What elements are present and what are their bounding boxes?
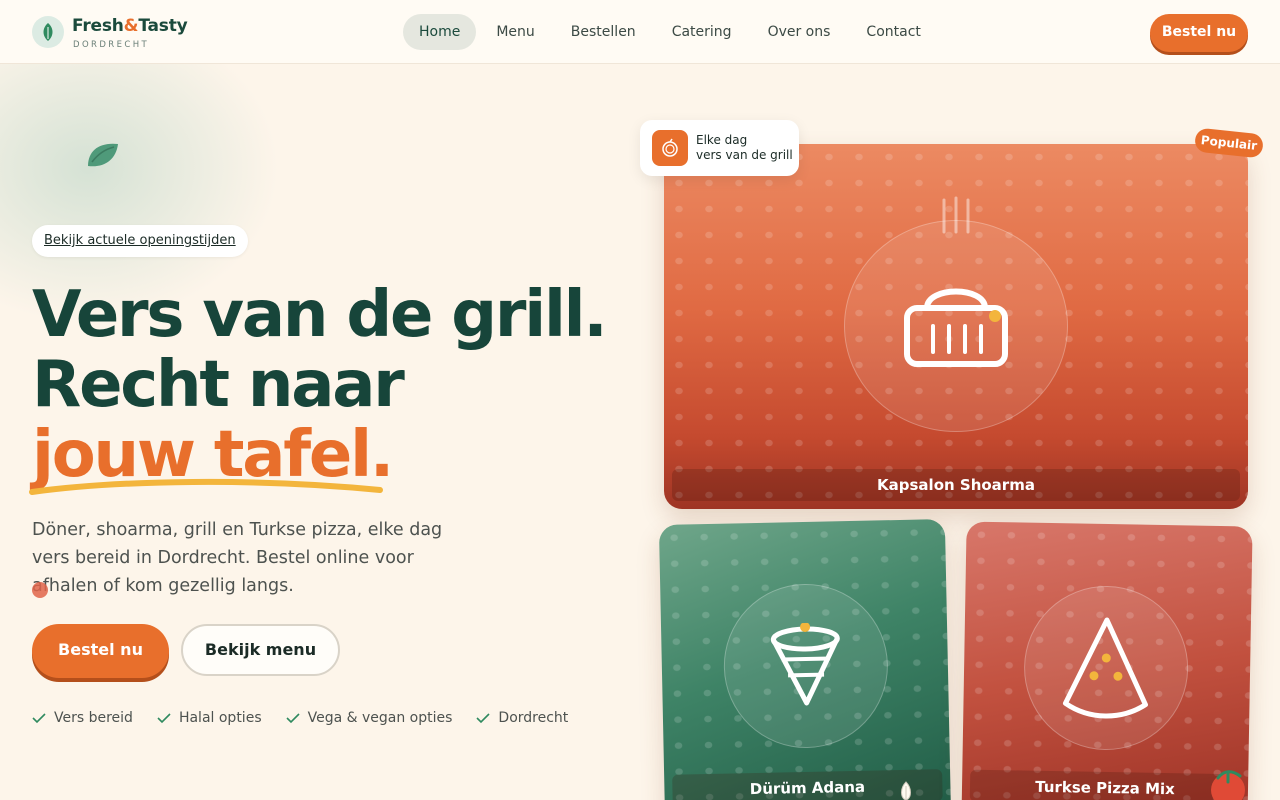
feature-label: Dordrecht	[498, 710, 569, 726]
site-header: Fresh&Tasty DORDRECHT Home Menu Bestelle…	[0, 0, 1280, 64]
nav-item-bestellen[interactable]: Bestellen	[555, 14, 652, 50]
headline-line-1: Vers van de grill.	[32, 278, 608, 352]
product-name: Kapsalon Shoarma	[672, 469, 1240, 501]
nav-item-home[interactable]: Home	[403, 14, 477, 50]
garlic-icon	[901, 781, 911, 800]
onion-icon	[652, 130, 688, 166]
feature-item: Halal opties	[157, 708, 262, 728]
leaf-logo-icon[interactable]	[32, 16, 64, 48]
check-icon	[476, 712, 490, 724]
feature-label: Halal opties	[178, 710, 262, 726]
product-card-pizza[interactable]: Turkse Pizza Mix	[961, 521, 1253, 800]
feature-item: Vers bereid	[32, 708, 133, 728]
header-order-button[interactable]: Bestel nu	[1150, 14, 1248, 52]
brand-name[interactable]: Fresh&Tasty	[72, 16, 188, 36]
nav-item-over-ons[interactable]: Over ons	[752, 14, 847, 50]
nav-item-menu[interactable]: Menu	[480, 14, 550, 50]
check-icon	[32, 712, 46, 724]
product-card-durum[interactable]: Dürüm Adana	[658, 519, 952, 800]
fresh-daily-badge: Elke dag vers van de grill	[640, 120, 799, 176]
steam-icon	[942, 196, 970, 234]
tomato-dot-decoration	[32, 582, 48, 598]
leaf-decoration-icon	[86, 140, 120, 172]
brand-name-part2: Tasty	[138, 16, 188, 36]
nav-item-contact[interactable]: Contact	[850, 14, 936, 50]
check-icon	[157, 712, 171, 724]
nav-item-catering[interactable]: Catering	[656, 14, 748, 50]
fresh-daily-line-2: vers van de grill	[696, 148, 793, 162]
feature-label: Vers bereid	[54, 710, 133, 726]
main-nav: Home Menu Bestellen Catering Over ons Co…	[403, 14, 941, 50]
headline-line-2: Recht naar	[32, 348, 405, 422]
hero-description: Döner, shoarma, grill en Turkse pizza, e…	[32, 520, 443, 596]
product-name: Turkse Pizza Mix	[969, 769, 1241, 800]
feature-label: Vega & vegan opties	[307, 710, 453, 726]
fresh-daily-line-1: Elke dag	[696, 133, 748, 147]
feature-list: Vers bereid Halal opties Vega & vegan op…	[32, 708, 592, 728]
basket-icon	[844, 220, 1068, 432]
tomato-icon	[1211, 770, 1245, 800]
feature-item: Vega & vegan opties	[286, 708, 453, 728]
order-now-button[interactable]: Bestel nu	[32, 624, 169, 678]
brand-name-amp: &	[123, 16, 139, 36]
brand-city: DORDRECHT	[73, 40, 150, 50]
headline-underline	[29, 478, 383, 495]
view-menu-button[interactable]: Bekijk menu	[181, 624, 340, 676]
check-icon	[286, 712, 300, 724]
fresh-daily-text: Elke dag vers van de grill	[696, 133, 793, 163]
opening-hours-link[interactable]: Bekijk actuele openingstijden	[32, 225, 248, 257]
brand-name-part1: Fresh	[72, 16, 124, 36]
hero-headline: Vers van de grill. Recht naar jouw tafel…	[32, 278, 608, 490]
feature-item: Dordrecht	[476, 708, 568, 728]
